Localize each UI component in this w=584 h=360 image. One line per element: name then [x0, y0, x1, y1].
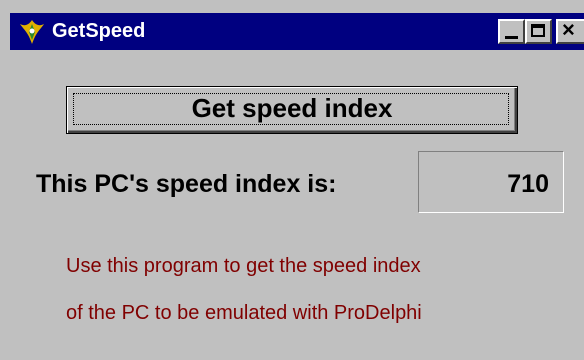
window-title: GetSpeed [52, 20, 146, 42]
getspeed-window: GetSpeed × Get speed index This PC's spe… [0, 0, 584, 360]
speed-index-label: This PC's speed index is: [36, 170, 337, 198]
minimize-button[interactable] [498, 19, 525, 44]
maximize-icon [531, 24, 545, 37]
info-text-line-2: of the PC to be emulated with ProDelphi [66, 302, 422, 324]
maximize-button[interactable] [525, 19, 552, 44]
get-speed-index-label: Get speed index [191, 93, 393, 123]
speed-index-value: 710 [507, 170, 549, 198]
title-bar[interactable]: GetSpeed × [10, 13, 584, 50]
info-text-line-1: Use this program to get the speed index [66, 255, 421, 277]
minimize-icon [505, 36, 518, 39]
close-icon: × [562, 17, 575, 42]
get-speed-index-button[interactable]: Get speed index [66, 86, 518, 134]
speed-index-display: 710 [418, 151, 564, 213]
app-icon[interactable] [18, 18, 46, 46]
close-button[interactable]: × [556, 17, 584, 44]
